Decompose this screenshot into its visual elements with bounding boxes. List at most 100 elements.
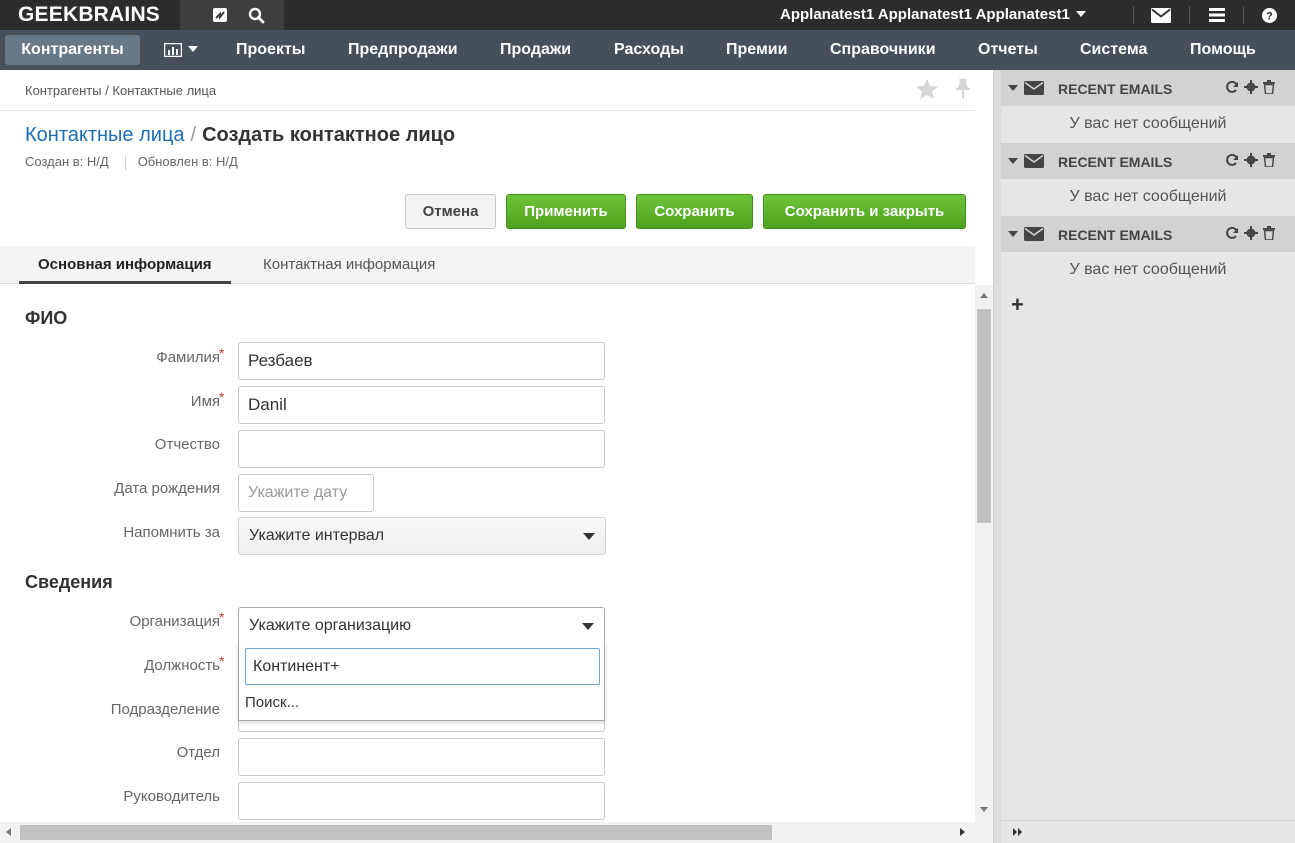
scroll-thumb[interactable] <box>977 309 991 523</box>
scroll-thumb[interactable] <box>20 825 772 840</box>
required-mark: * <box>219 609 225 625</box>
divider <box>0 110 975 111</box>
middle-name-field[interactable] <box>238 430 605 468</box>
star-icon[interactable] <box>915 78 939 103</box>
divider <box>1189 6 1190 24</box>
widget-header[interactable]: RECENT EMAILS <box>1001 143 1295 179</box>
divider <box>124 155 126 170</box>
trash-icon <box>1263 153 1275 167</box>
birth-date-label: Дата рождения <box>114 480 220 497</box>
save-close-button[interactable]: Сохранить и закрыть <box>763 194 966 229</box>
scroll-down-icon <box>980 807 988 812</box>
widget-title: RECENT EMAILS <box>1058 81 1173 97</box>
app-logo[interactable]: GEEKBRAINS <box>0 0 179 30</box>
manager-label: Руководитель <box>123 788 220 805</box>
top-bar: GEEKBRAINS Applanatest1 Applanatest1 App… <box>0 0 1295 30</box>
department-label: Отдел <box>176 744 220 761</box>
vertical-scrollbar[interactable] <box>975 285 993 822</box>
tab-contact-info[interactable]: Контактная информация <box>244 246 454 284</box>
search-icon[interactable] <box>238 0 274 30</box>
tab-main-info[interactable]: Основная информация <box>19 246 231 284</box>
shortcuts-icon[interactable] <box>202 0 238 30</box>
nav-item-expenses[interactable]: Расходы <box>614 30 684 70</box>
scroll-left-icon <box>6 828 11 836</box>
chevron-down-icon[interactable] <box>1008 231 1018 237</box>
envelope-icon <box>1024 81 1044 98</box>
pin-icon[interactable] <box>953 78 973 103</box>
widget-tools <box>1225 226 1275 240</box>
nav-item-references[interactable]: Справочники <box>830 30 936 70</box>
page-title: Контактные лица / Создать контактное лицо <box>25 124 455 147</box>
record-meta: Создан в: Н/Д Обновлен в: Н/Д <box>25 154 238 170</box>
form-tabs: Основная информация Контактная информаци… <box>0 246 975 284</box>
breadcrumb[interactable]: Контрагенты / Контактные лица <box>25 83 216 98</box>
title-current: Создать контактное лицо <box>202 124 456 146</box>
section-title-fio: ФИО <box>25 308 68 328</box>
scroll-right-icon <box>960 828 965 836</box>
title-link[interactable]: Контактные лица <box>25 124 185 146</box>
user-menu[interactable]: Applanatest1 Applanatest1 Applanatest1 <box>766 0 1086 30</box>
envelope-icon[interactable] <box>1141 0 1181 30</box>
apply-button[interactable]: Применить <box>506 194 626 229</box>
widget-title: RECENT EMAILS <box>1058 227 1173 243</box>
logo-notch <box>168 0 180 30</box>
sidebar-panel: RECENT EMAILS У вас нет сообщений RECENT… <box>1001 70 1295 843</box>
title-separator: / <box>190 124 197 146</box>
widget-empty-message: У вас нет сообщений <box>1069 115 1227 132</box>
widget-header[interactable]: RECENT EMAILS <box>1001 70 1295 106</box>
nav-item-sales[interactable]: Продажи <box>500 30 571 70</box>
department-field[interactable] <box>238 738 605 776</box>
manager-field[interactable] <box>238 782 605 820</box>
organization-label: Организация <box>129 613 220 630</box>
panel-splitter[interactable] <box>993 70 1001 843</box>
bar-chart-icon <box>164 43 182 57</box>
required-mark: * <box>219 389 225 405</box>
sidebar-footer <box>1001 820 1295 843</box>
last-name-field[interactable]: Резбаев <box>238 342 605 380</box>
remind-select[interactable]: Укажите интервал <box>238 517 606 555</box>
help-icon[interactable]: ? <box>1249 0 1289 30</box>
trash-icon <box>1263 80 1275 94</box>
chevron-down-icon[interactable] <box>1008 85 1018 91</box>
widget-title: RECENT EMAILS <box>1058 154 1173 170</box>
envelope-icon <box>1024 227 1044 244</box>
nav-item-bonuses[interactable]: Премии <box>726 30 787 70</box>
chevron-down-icon[interactable] <box>1008 158 1018 164</box>
required-mark: * <box>219 653 225 669</box>
nav-dashboard[interactable] <box>150 35 212 65</box>
refresh-icon <box>1226 153 1238 166</box>
add-widget-button[interactable]: + <box>1011 292 1024 318</box>
required-mark: * <box>219 345 225 361</box>
widget-empty-message: У вас нет сообщений <box>1069 188 1227 205</box>
widget-empty-message: У вас нет сообщений <box>1069 261 1227 278</box>
nav-item-presales[interactable]: Предпродажи <box>348 30 458 70</box>
middle-name-label: Отчество <box>154 436 220 453</box>
nav-item-system[interactable]: Система <box>1080 30 1147 70</box>
remind-value: Укажите интервал <box>249 527 385 544</box>
organization-value: Укажите организацию <box>249 617 412 634</box>
main-nav: Контрагенты Проекты Предпродажи Продажи … <box>0 30 1295 70</box>
organization-search-input[interactable]: Континент+ <box>245 648 600 685</box>
menu-icon[interactable] <box>1197 0 1237 30</box>
nav-item-reports[interactable]: Отчеты <box>978 30 1038 70</box>
save-button[interactable]: Сохранить <box>636 194 753 229</box>
widget-header[interactable]: RECENT EMAILS <box>1001 216 1295 252</box>
cancel-button[interactable]: Отмена <box>405 194 496 229</box>
subdivision-label: Подразделение <box>110 701 220 718</box>
topbar-tools <box>180 0 284 30</box>
nav-item-contractors[interactable]: Контрагенты <box>5 35 140 65</box>
birth-date-field[interactable]: Укажите дату <box>238 474 374 512</box>
envelope-icon <box>1024 154 1044 171</box>
chevron-down-icon <box>188 45 198 52</box>
horizontal-scrollbar[interactable] <box>0 822 975 843</box>
chevron-down-icon <box>583 533 595 540</box>
first-name-field[interactable]: Danil <box>238 386 605 424</box>
nav-item-projects[interactable]: Проекты <box>236 30 305 70</box>
chevron-down-icon <box>582 623 594 630</box>
double-chevron-right-icon[interactable] <box>1013 828 1023 836</box>
divider <box>1243 6 1244 24</box>
organization-select[interactable]: Укажите организацию <box>238 607 605 645</box>
section-title-info: Сведения <box>25 572 113 592</box>
chevron-down-icon <box>1075 10 1086 17</box>
nav-item-help[interactable]: Помощь <box>1190 30 1256 70</box>
